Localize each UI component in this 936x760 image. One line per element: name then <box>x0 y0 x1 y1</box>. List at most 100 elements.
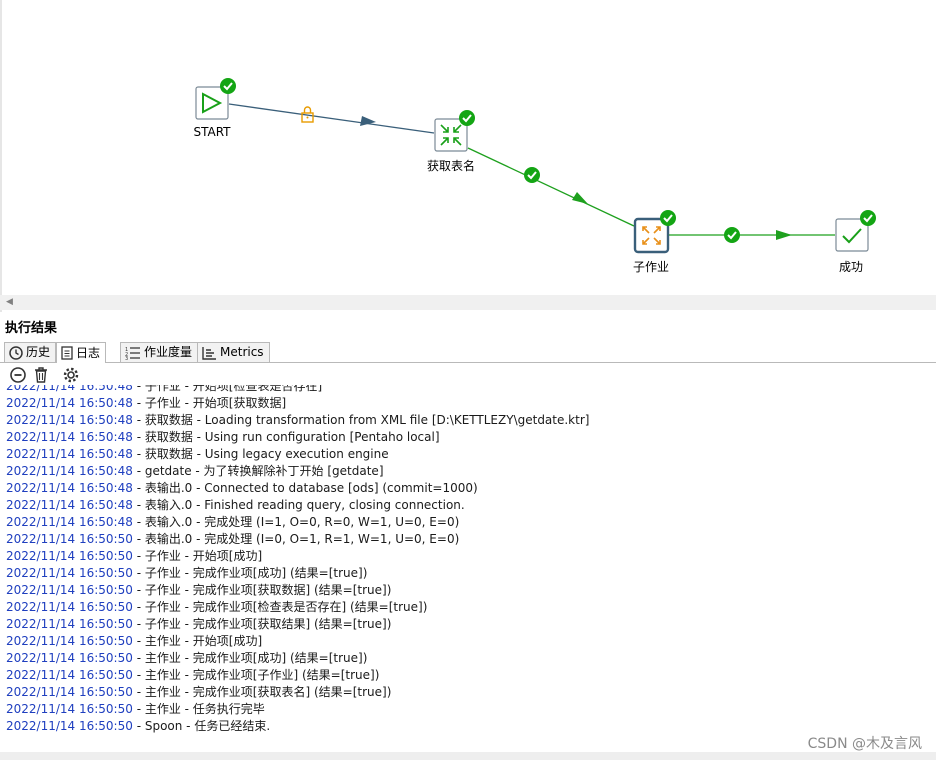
log-line: 2022/11/14 16:50:50 - 表输出.0 - 完成处理 (I=0,… <box>6 531 459 548</box>
node-label-start: START <box>193 125 231 139</box>
log-line: 2022/11/14 16:50:50 - 主作业 - 完成作业项[获取表名] … <box>6 684 391 701</box>
job-canvas[interactable]: START 获取表名 子作业 成功 <box>0 0 936 295</box>
node-label-get-table-names: 获取表名 <box>426 159 475 173</box>
log-timestamp: 2022/11/14 16:50:48 <box>6 396 133 410</box>
sub-job-node[interactable] <box>633 210 676 254</box>
log-line: 2022/11/14 16:50:48 - 子作业 - 开始项[获取数据] <box>6 395 286 412</box>
log-timestamp: 2022/11/14 16:50:48 <box>6 498 133 512</box>
check-circle-icon <box>660 210 676 226</box>
log-message: - getdate - 为了转换解除补丁开始 [getdate] <box>132 464 384 478</box>
log-line: 2022/11/14 16:50:48 - 获取数据 - Using run c… <box>6 429 440 446</box>
log-message: - 主作业 - 开始项[成功] <box>132 634 263 648</box>
bottom-scroll-track <box>0 752 936 760</box>
hop-start-to-get-table-names[interactable] <box>228 103 435 134</box>
check-circle-icon <box>860 210 876 226</box>
start-node[interactable] <box>195 78 236 120</box>
tab-metrics[interactable]: Metrics <box>197 342 270 362</box>
log-timestamp: 2022/11/14 16:50:50 <box>6 600 133 614</box>
log-timestamp: 2022/11/14 16:50:50 <box>6 532 133 546</box>
log-timestamp: 2022/11/14 16:50:48 <box>6 515 133 529</box>
log-message: - 表输出.0 - Connected to database [ods] (c… <box>132 481 478 495</box>
log-timestamp: 2022/11/14 16:50:50 <box>6 566 133 580</box>
log-message: - 子作业 - 完成作业项[检查表是否存在] (结果=[true]) <box>132 600 428 614</box>
log-message: - Spoon - 任务已经结束. <box>132 719 271 733</box>
list-icon: 1 2 3 <box>125 347 140 360</box>
log-timestamp: 2022/11/14 16:50:50 <box>6 702 133 716</box>
log-message: - 获取数据 - Using run configuration [Pentah… <box>132 430 440 444</box>
log-line: 2022/11/14 16:50:50 - 主作业 - 开始项[成功] <box>6 633 262 650</box>
tab-label: 日志 <box>76 345 101 360</box>
tab-log[interactable]: 日志 <box>56 342 107 363</box>
gear-icon[interactable] <box>62 366 80 384</box>
log-message: - 主作业 - 完成作业项[子作业] (结果=[true]) <box>132 668 380 682</box>
hop-get-table-names-to-sub-job[interactable] <box>467 147 635 227</box>
log-line: 2022/11/14 16:50:50 - 主作业 - 完成作业项[成功] (结… <box>6 650 367 667</box>
log-timestamp: 2022/11/14 16:50:48 <box>6 481 133 495</box>
log-message: - 子作业 - 完成作业项[获取结果] (结果=[true]) <box>132 617 392 631</box>
log-toolbar <box>0 363 936 385</box>
log-message: - 主作业 - 任务执行完毕 <box>132 702 265 716</box>
node-label-sub-job: 子作业 <box>632 260 669 274</box>
log-line: 2022/11/14 16:50:48 - 获取数据 - Using legac… <box>6 446 389 463</box>
tab-history[interactable]: 历史 <box>4 342 57 362</box>
log-timestamp: 2022/11/14 16:50:50 <box>6 617 133 631</box>
log-message: - 获取数据 - Using legacy execution engine <box>132 447 389 461</box>
log-timestamp: 2022/11/14 16:50:48 <box>6 430 133 444</box>
stop-icon[interactable] <box>9 366 27 384</box>
log-message: - 主作业 - 完成作业项[成功] (结果=[true]) <box>132 651 368 665</box>
log-line: 2022/11/14 16:50:50 - 主作业 - 任务执行完毕 <box>6 701 265 718</box>
log-output[interactable]: 2022/11/14 16:50:48 - 子作业 - 开始项[检查表是否存在]… <box>0 385 936 750</box>
log-message: - 子作业 - 开始项[检查表是否存在] <box>132 385 323 393</box>
log-message: - 表输出.0 - 完成处理 (I=0, O=1, R=1, W=1, U=0,… <box>132 532 460 546</box>
scroll-left-icon[interactable]: ◀ <box>6 297 13 307</box>
log-line: 2022/11/14 16:50:50 - 子作业 - 完成作业项[获取数据] … <box>6 582 391 599</box>
log-message: - 表输入.0 - Finished reading query, closin… <box>132 498 465 512</box>
log-line: 2022/11/14 16:50:48 - 表输入.0 - 完成处理 (I=1,… <box>6 514 459 531</box>
horizontal-scrollbar[interactable]: ◀ <box>0 295 936 310</box>
watermark: CSDN @木及言风 <box>807 736 922 752</box>
tab-label: 作业度量 <box>144 345 193 359</box>
success-node[interactable] <box>835 210 876 252</box>
log-line: 2022/11/14 16:50:50 - 主作业 - 完成作业项[子作业] (… <box>6 667 379 684</box>
hop-arrow-head <box>572 192 588 204</box>
log-message: - 子作业 - 完成作业项[获取数据] (结果=[true]) <box>132 583 392 597</box>
clock-icon <box>9 345 23 360</box>
results-panel-title: 执行结果 <box>5 321 58 336</box>
log-timestamp: 2022/11/14 16:50:48 <box>6 385 133 393</box>
check-circle-icon <box>459 110 475 126</box>
check-circle-icon <box>220 78 236 94</box>
log-message: - 子作业 - 完成作业项[成功] (结果=[true]) <box>132 566 368 580</box>
trash-icon[interactable] <box>32 366 50 384</box>
canvas-border <box>0 0 2 312</box>
log-line: 2022/11/14 16:50:48 - 表输出.0 - Connected … <box>6 480 478 497</box>
log-line: 2022/11/14 16:50:48 - 表输入.0 - Finished r… <box>6 497 465 514</box>
tab-label: 历史 <box>26 345 51 359</box>
log-line: 2022/11/14 16:50:50 - 子作业 - 开始项[成功] <box>6 548 262 565</box>
log-message: - 子作业 - 开始项[获取数据] <box>132 396 287 410</box>
metrics-icon <box>202 346 216 360</box>
log-line: 2022/11/14 16:50:50 - 子作业 - 完成作业项[获取结果] … <box>6 616 391 633</box>
log-timestamp: 2022/11/14 16:50:50 <box>6 719 133 733</box>
log-timestamp: 2022/11/14 16:50:50 <box>6 634 133 648</box>
check-circle-icon <box>524 167 540 183</box>
log-timestamp: 2022/11/14 16:50:48 <box>6 464 133 478</box>
get-table-names-node[interactable] <box>434 110 475 152</box>
tab-label: Metrics <box>220 345 264 359</box>
svg-text:3: 3 <box>125 356 128 360</box>
log-message: - 主作业 - 完成作业项[获取表名] (结果=[true]) <box>132 685 392 699</box>
results-tabbar: 历史 日志 1 2 3 作业度量 Metrics <box>0 340 936 363</box>
job-graph <box>195 78 876 254</box>
tab-job-metrics[interactable]: 1 2 3 作业度量 <box>120 342 199 362</box>
log-timestamp: 2022/11/14 16:50:48 <box>6 413 133 427</box>
log-timestamp: 2022/11/14 16:50:48 <box>6 447 133 461</box>
log-timestamp: 2022/11/14 16:50:50 <box>6 685 133 699</box>
log-message: - 子作业 - 开始项[成功] <box>132 549 263 563</box>
log-message: - 表输入.0 - 完成处理 (I=1, O=0, R=0, W=1, U=0,… <box>132 515 460 529</box>
document-icon <box>61 346 73 360</box>
log-line: 2022/11/14 16:50:50 - 子作业 - 完成作业项[检查表是否存… <box>6 599 427 616</box>
log-line: 2022/11/14 16:50:48 - 子作业 - 开始项[检查表是否存在] <box>6 385 322 395</box>
node-label-success: 成功 <box>838 260 863 274</box>
log-timestamp: 2022/11/14 16:50:50 <box>6 583 133 597</box>
hop-arrow-head <box>776 230 792 240</box>
log-line: 2022/11/14 16:50:48 - getdate - 为了转换解除补丁… <box>6 463 384 480</box>
